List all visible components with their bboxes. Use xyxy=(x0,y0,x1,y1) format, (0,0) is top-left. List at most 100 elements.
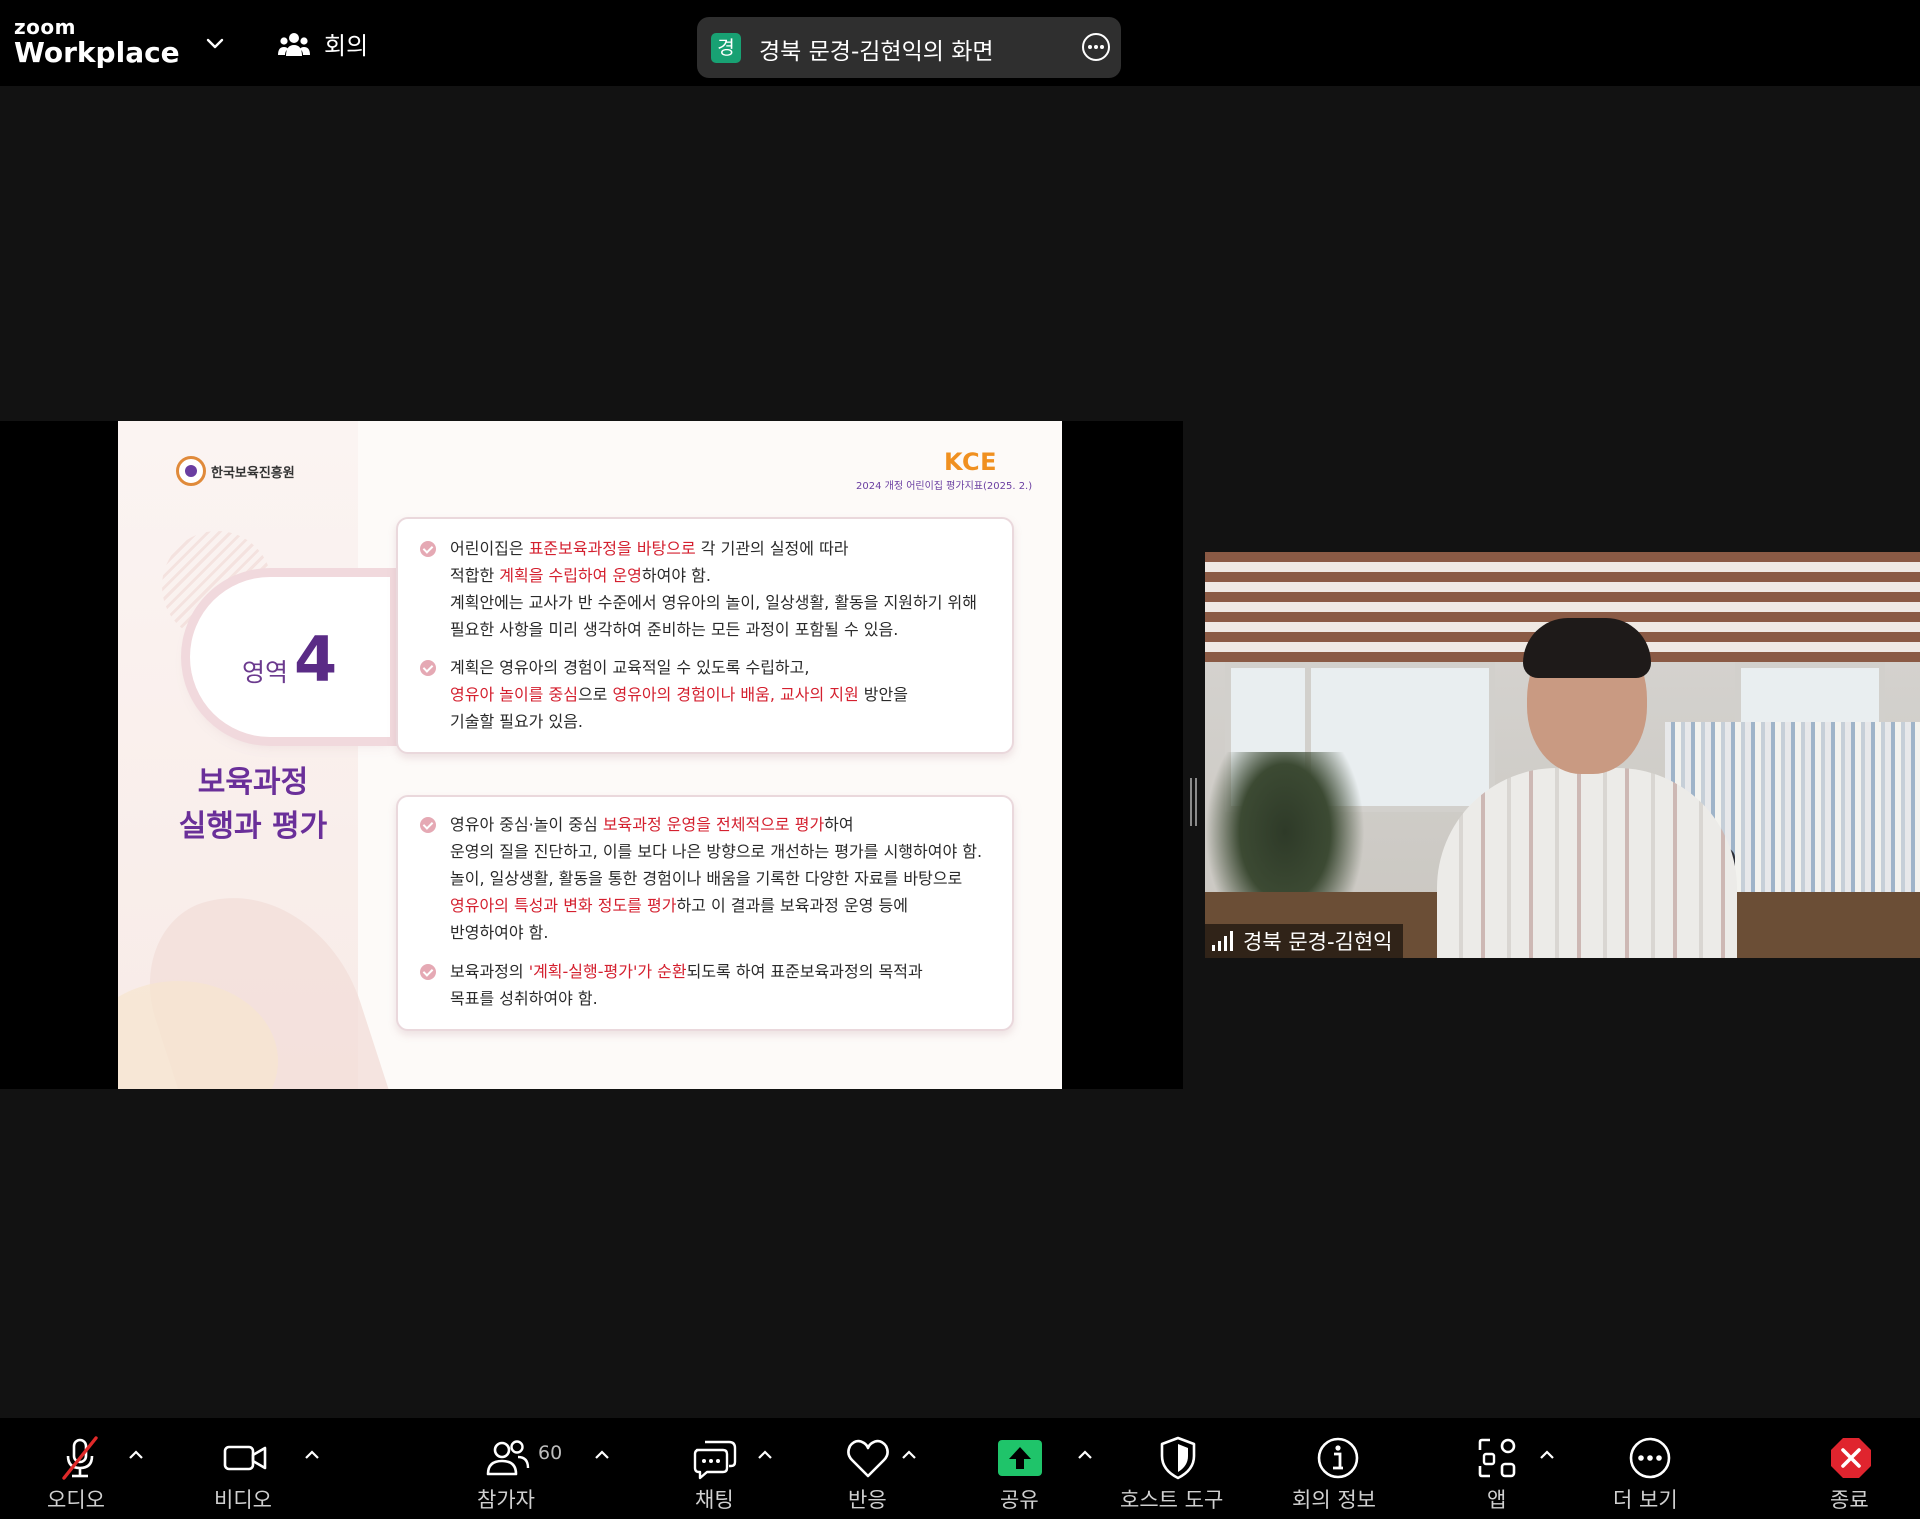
meeting-info-button[interactable]: 회의 정보 xyxy=(1290,1418,1386,1519)
slide-title-line-2: 실행과 평가 xyxy=(178,809,328,844)
bullet-item: 보육과정의 '계획-실행-평가'가 순환되도록 하여 표준보육과정의 목적과 목… xyxy=(420,958,1000,1012)
caret-up-icon[interactable] xyxy=(756,1448,774,1462)
apps-label: 앱 xyxy=(1487,1488,1507,1512)
participants-icon xyxy=(486,1440,530,1476)
more-label: 더 보기 xyxy=(1613,1488,1678,1512)
participant-video[interactable]: 경북 문경-김현익 xyxy=(1205,552,1920,958)
video-label: 비디오 xyxy=(214,1488,272,1512)
org-name: 한국보육진흥원 xyxy=(211,465,295,481)
participant-name-tag: 경북 문경-김현익 xyxy=(1205,924,1403,958)
caret-up-icon[interactable] xyxy=(303,1448,321,1462)
slide-title-line-1: 보육과정 xyxy=(197,765,309,800)
host-tools-label: 호스트 도구 xyxy=(1120,1488,1224,1512)
kce-subtitle: 2024 개정 어린이집 평가지표(2025. 2.) xyxy=(856,481,1033,492)
bullet-item: 계획은 영유아의 경험이 교육적일 수 있도록 수립하고, 영유아 놀이를 중심… xyxy=(420,654,1000,735)
chat-label: 채팅 xyxy=(695,1488,734,1512)
video-button[interactable]: 비디오 xyxy=(205,1418,285,1519)
bullet-line: 필요한 사항을 미리 생각하여 준비하는 모든 과정이 포함될 수 있음. xyxy=(450,620,899,639)
shield-icon xyxy=(1160,1436,1196,1480)
share-arrow-icon xyxy=(998,1440,1042,1476)
caret-up-icon[interactable] xyxy=(127,1448,145,1462)
chevron-down-icon[interactable] xyxy=(204,32,226,54)
bullet-line: 영유아 중심·놀이 중심 보육과정 운영을 전체적으로 평가하여 xyxy=(450,815,854,834)
brand-line-2: Workplace xyxy=(14,36,180,69)
caret-up-icon[interactable] xyxy=(593,1448,611,1462)
apps-icon xyxy=(1478,1438,1516,1478)
participant-count: 60 xyxy=(538,1442,563,1464)
video-person-hair xyxy=(1523,618,1651,678)
share-screen-button[interactable]: 공유 xyxy=(985,1418,1055,1519)
ellipsis-circle-icon[interactable] xyxy=(1080,31,1112,63)
bullet-line: 적합한 계획을 수립하여 운영하여야 함. xyxy=(450,566,711,585)
meeting-toolbar: 오디오 비디오 60 참가자 채팅 반응 공유 호스트 도구 회의 정보 앱 더… xyxy=(0,1418,1920,1519)
signal-bars-icon xyxy=(1212,931,1233,951)
content-box-2: 영유아 중심·놀이 중심 보육과정 운영을 전체적으로 평가하여 운영의 질을 … xyxy=(396,795,1014,1031)
microphone-muted-icon xyxy=(62,1436,98,1480)
chat-bubble-icon xyxy=(693,1440,737,1480)
video-person-shirt xyxy=(1437,768,1737,958)
video-person xyxy=(1437,618,1737,958)
more-button[interactable]: 더 보기 xyxy=(1610,1418,1690,1519)
slide-title: 보육과정 실행과 평가 xyxy=(118,761,388,849)
area-badge xyxy=(190,577,390,737)
bullet-line: 영유아의 특성과 변화 정도를 평가하고 이 결과를 보육과정 운영 등에 xyxy=(450,896,908,915)
bullet-line: 놀이, 일상생활, 활동을 통한 경험이나 배움을 기록한 다양한 자료를 바탕… xyxy=(450,869,963,888)
top-bar: zoom Workplace 회의 경 경북 문경-김현익의 화면 xyxy=(0,0,1920,86)
audio-label: 오디오 xyxy=(47,1488,105,1512)
meeting-label: 회의 xyxy=(324,32,369,60)
share-label: 공유 xyxy=(1000,1488,1039,1512)
brand-line-1: zoom xyxy=(14,15,76,39)
bullet-line: 목표를 성취하여야 함. xyxy=(450,989,598,1008)
bullet-line: 기술할 필요가 있음. xyxy=(450,712,584,731)
check-circle-icon xyxy=(420,660,436,676)
reactions-button[interactable]: 반응 xyxy=(833,1418,903,1519)
video-camera-icon xyxy=(223,1445,267,1471)
bullet-line: 영유아 놀이를 중심으로 영유아의 경험이나 배움, 교사의 지원 방안을 xyxy=(450,685,908,704)
area-label: 영역 xyxy=(242,658,289,687)
participant-name: 경북 문경-김현익 xyxy=(1243,930,1393,954)
reactions-label: 반응 xyxy=(848,1488,887,1512)
slide-left-panel xyxy=(118,421,391,1089)
content-box-1: 어린이집은 표준보육과정을 바탕으로 각 기관의 실정에 따라 적합한 계획을 … xyxy=(396,517,1014,754)
check-circle-icon xyxy=(420,541,436,557)
bullet-item: 영유아 중심·놀이 중심 보육과정 운영을 전체적으로 평가하여 운영의 질을 … xyxy=(420,811,1000,946)
shared-screen: 한국보육진흥원 영역 4 보육과정 실행과 평가 KCE 2024 개정 어린이… xyxy=(0,421,1183,1089)
screen-share-indicator[interactable]: 경 경북 문경-김현익의 화면 xyxy=(697,17,1121,78)
zoom-workplace-logo: zoom Workplace xyxy=(14,16,180,69)
bullet-item: 어린이집은 표준보육과정을 바탕으로 각 기관의 실정에 따라 적합한 계획을 … xyxy=(420,535,1000,643)
meeting-info-label: 회의 정보 xyxy=(1292,1488,1376,1512)
kce-logo: KCE xyxy=(944,448,998,476)
apps-button[interactable]: 앱 xyxy=(1473,1418,1523,1519)
bullet-line: 보육과정의 '계획-실행-평가'가 순환되도록 하여 표준보육과정의 목적과 xyxy=(450,962,923,981)
meeting-menu-button[interactable]: 회의 xyxy=(278,26,368,61)
people-icon xyxy=(278,32,310,56)
audio-button[interactable]: 오디오 xyxy=(40,1418,120,1519)
participants-label: 참가자 xyxy=(477,1488,535,1512)
kcpi-logo: 한국보육진흥원 xyxy=(176,456,295,486)
caret-up-icon[interactable] xyxy=(900,1448,918,1462)
split-view-resize-handle[interactable] xyxy=(1190,778,1198,826)
area-number: 4 xyxy=(294,623,338,696)
bullet-line: 계획안에는 교사가 반 수준에서 영유아의 놀이, 일상생활, 활동을 지원하기… xyxy=(450,593,977,612)
bullet-line: 반영하여야 함. xyxy=(450,923,549,942)
kcpi-emblem-icon xyxy=(176,456,206,486)
bullet-line: 계획은 영유아의 경험이 교육적일 수 있도록 수립하고, xyxy=(450,658,810,677)
bullet-line: 운영의 질을 진단하고, 이를 보다 나은 방향으로 개선하는 평가를 시행하여… xyxy=(450,842,983,861)
caret-up-icon[interactable] xyxy=(1076,1448,1094,1462)
end-octagon-icon xyxy=(1831,1438,1871,1478)
participants-button[interactable]: 60 참가자 xyxy=(470,1418,580,1519)
check-circle-icon xyxy=(420,817,436,833)
chat-button[interactable]: 채팅 xyxy=(680,1418,750,1519)
share-badge: 경 xyxy=(711,33,741,63)
caret-up-icon[interactable] xyxy=(1538,1448,1556,1462)
check-circle-icon xyxy=(420,964,436,980)
more-dots-icon xyxy=(1629,1437,1671,1479)
heart-icon xyxy=(847,1439,889,1478)
host-tools-button[interactable]: 호스트 도구 xyxy=(1120,1418,1236,1519)
info-icon xyxy=(1317,1437,1359,1479)
bullet-line: 어린이집은 표준보육과정을 바탕으로 각 기관의 실정에 따라 xyxy=(450,539,849,558)
share-title: 경북 문경-김현익의 화면 xyxy=(759,39,994,65)
presentation-slide: 한국보육진흥원 영역 4 보육과정 실행과 평가 KCE 2024 개정 어린이… xyxy=(118,421,1062,1089)
end-label: 종료 xyxy=(1830,1488,1869,1512)
end-meeting-button[interactable]: 종료 xyxy=(1826,1418,1876,1519)
